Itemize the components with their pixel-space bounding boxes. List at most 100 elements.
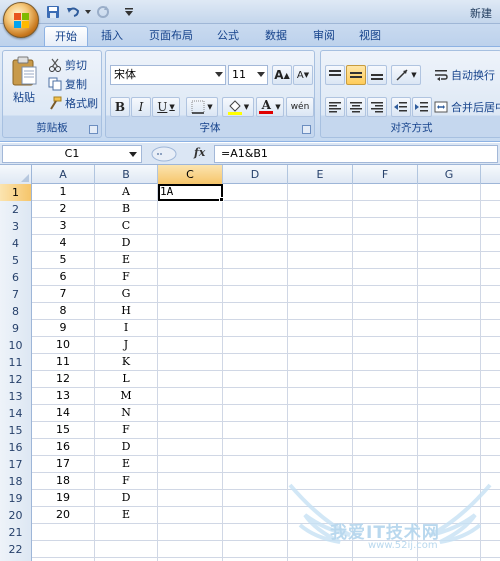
- font-color-button[interactable]: A ▼: [256, 97, 284, 117]
- cell-c10[interactable]: [158, 337, 223, 354]
- name-box[interactable]: C1: [2, 145, 142, 163]
- cell-a16[interactable]: 16: [32, 439, 95, 456]
- fill-color-button[interactable]: ▼: [222, 97, 254, 117]
- cell-d6[interactable]: [223, 269, 288, 286]
- align-top-button[interactable]: [325, 65, 345, 85]
- column-header-d[interactable]: D: [223, 165, 288, 184]
- cell-c15[interactable]: [158, 422, 223, 439]
- cell-g4[interactable]: [418, 235, 481, 252]
- cell-f1[interactable]: [353, 184, 418, 201]
- cell-e15[interactable]: [288, 422, 353, 439]
- cell-h4[interactable]: [481, 235, 500, 252]
- row-header[interactable]: 22: [0, 541, 32, 558]
- cell-f11[interactable]: [353, 354, 418, 371]
- cell-a13[interactable]: 13: [32, 388, 95, 405]
- orientation-button[interactable]: ▼: [391, 65, 421, 85]
- cell-e16[interactable]: [288, 439, 353, 456]
- tab-review[interactable]: 审阅: [304, 26, 344, 46]
- wrap-text-button[interactable]: 自动换行: [433, 67, 495, 83]
- italic-button[interactable]: I: [131, 97, 151, 117]
- merge-center-button[interactable]: 合并后居中: [433, 99, 500, 115]
- cell-a8[interactable]: 8: [32, 303, 95, 320]
- cell-h10[interactable]: [481, 337, 500, 354]
- column-header-a[interactable]: A: [32, 165, 95, 184]
- row-header[interactable]: 16: [0, 439, 32, 456]
- cell-b15[interactable]: F: [95, 422, 158, 439]
- cell-g15[interactable]: [418, 422, 481, 439]
- row-header[interactable]: 3: [0, 218, 32, 235]
- decrease-indent-button[interactable]: [391, 97, 411, 117]
- cell-a3[interactable]: 3: [32, 218, 95, 235]
- cell-a12[interactable]: 12: [32, 371, 95, 388]
- cell-h1[interactable]: [481, 184, 500, 201]
- cell-f19[interactable]: [353, 490, 418, 507]
- cell-h20[interactable]: [481, 507, 500, 524]
- row-header[interactable]: 5: [0, 252, 32, 269]
- cell-h8[interactable]: [481, 303, 500, 320]
- row-header[interactable]: 4: [0, 235, 32, 252]
- font-size-combo[interactable]: 11: [228, 65, 268, 85]
- cell-f17[interactable]: [353, 456, 418, 473]
- column-header-h[interactable]: [481, 165, 500, 184]
- cell-e9[interactable]: [288, 320, 353, 337]
- borders-button[interactable]: ▼: [186, 97, 218, 117]
- font-launcher-icon[interactable]: [302, 125, 311, 134]
- cell-g17[interactable]: [418, 456, 481, 473]
- cell-c16[interactable]: [158, 439, 223, 456]
- tab-home[interactable]: 开始: [44, 26, 88, 46]
- cell-h6[interactable]: [481, 269, 500, 286]
- grow-font-button[interactable]: A ▲: [272, 65, 292, 85]
- cell-e8[interactable]: [288, 303, 353, 320]
- row-header[interactable]: 15: [0, 422, 32, 439]
- cell-a9[interactable]: 9: [32, 320, 95, 337]
- column-header-e[interactable]: E: [288, 165, 353, 184]
- cell-a14[interactable]: 14: [32, 405, 95, 422]
- cell-h2[interactable]: [481, 201, 500, 218]
- cell-g1[interactable]: [418, 184, 481, 201]
- cell-f5[interactable]: [353, 252, 418, 269]
- cell-e17[interactable]: [288, 456, 353, 473]
- name-box-dropdown-icon[interactable]: [129, 152, 137, 157]
- clipboard-launcher-icon[interactable]: [89, 125, 98, 134]
- cell-e3[interactable]: [288, 218, 353, 235]
- cell-c20[interactable]: [158, 507, 223, 524]
- cell-b20[interactable]: E: [95, 507, 158, 524]
- cell-g18[interactable]: [418, 473, 481, 490]
- row-header[interactable]: 19: [0, 490, 32, 507]
- row-header[interactable]: 1: [0, 184, 32, 201]
- font-name-combo[interactable]: 宋体: [110, 65, 226, 85]
- cell-g16[interactable]: [418, 439, 481, 456]
- cell-h5[interactable]: [481, 252, 500, 269]
- cell-b11[interactable]: K: [95, 354, 158, 371]
- cell-g5[interactable]: [418, 252, 481, 269]
- cell-c22[interactable]: [158, 541, 223, 558]
- cell-a1[interactable]: 1: [32, 184, 95, 201]
- office-button[interactable]: [3, 2, 39, 38]
- cell-g19[interactable]: [418, 490, 481, 507]
- cell-c7[interactable]: [158, 286, 223, 303]
- cell-d21[interactable]: [223, 524, 288, 541]
- cell-f6[interactable]: [353, 269, 418, 286]
- cell-g10[interactable]: [418, 337, 481, 354]
- cell-b2[interactable]: B: [95, 201, 158, 218]
- row-header[interactable]: 7: [0, 286, 32, 303]
- cell-d7[interactable]: [223, 286, 288, 303]
- undo-icon[interactable]: [64, 3, 82, 21]
- cell-h22[interactable]: [481, 541, 500, 558]
- save-icon[interactable]: [44, 3, 62, 21]
- cell-d11[interactable]: [223, 354, 288, 371]
- cell-e12[interactable]: [288, 371, 353, 388]
- cell-c5[interactable]: [158, 252, 223, 269]
- cell-d19[interactable]: [223, 490, 288, 507]
- cell-c6[interactable]: [158, 269, 223, 286]
- cell-d2[interactable]: [223, 201, 288, 218]
- cell-h14[interactable]: [481, 405, 500, 422]
- cell-e14[interactable]: [288, 405, 353, 422]
- cell-a21[interactable]: [32, 524, 95, 541]
- cell-f4[interactable]: [353, 235, 418, 252]
- row-header[interactable]: 9: [0, 320, 32, 337]
- cell-d8[interactable]: [223, 303, 288, 320]
- cell-e6[interactable]: [288, 269, 353, 286]
- cell-f15[interactable]: [353, 422, 418, 439]
- cell-f14[interactable]: [353, 405, 418, 422]
